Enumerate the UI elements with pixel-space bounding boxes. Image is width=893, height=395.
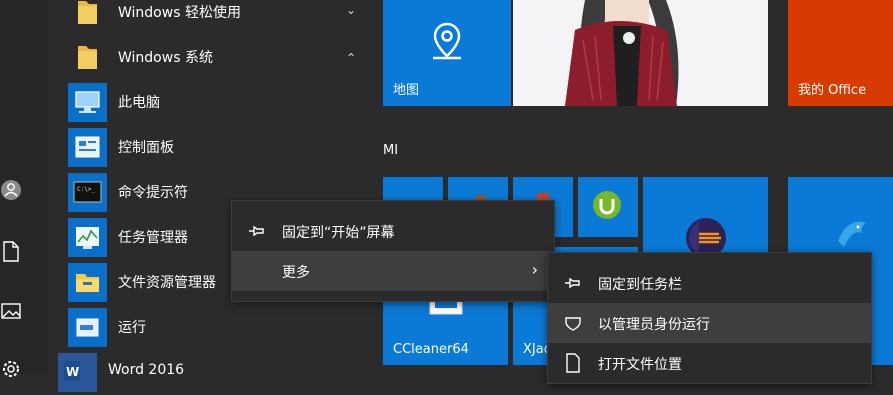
folder-icon (78, 46, 97, 69)
pin-icon (249, 225, 264, 237)
dolphin-icon (838, 221, 866, 247)
menu-item-more[interactable]: 更多 › (232, 251, 554, 291)
tile-group-title: MI (383, 143, 399, 158)
tile-maps[interactable]: 地图 (383, 0, 511, 106)
app-label: 控制面板 (118, 140, 174, 156)
pictures-icon[interactable] (0, 300, 22, 322)
settings-icon[interactable] (0, 358, 22, 380)
chevron-right-icon: › (531, 260, 538, 279)
word-icon: W (58, 353, 97, 392)
app-label: 任务管理器 (118, 230, 188, 246)
app-label: Word 2016 (108, 362, 185, 378)
app-this-pc[interactable]: 此电脑 (48, 80, 370, 125)
file-icon (566, 353, 580, 373)
svg-text:W: W (66, 365, 79, 379)
menu-item-pin-to-taskbar[interactable]: 固定到任务栏 (548, 263, 871, 303)
group-windows-system[interactable]: Windows 系统 ⌃ (48, 35, 370, 80)
svg-text:C:\>_: C:\>_ (77, 186, 95, 193)
group-label: Windows 系统 (118, 50, 213, 66)
menu-item-run-as-admin[interactable]: 以管理员身份运行 (548, 303, 871, 343)
photo-image (513, 0, 768, 106)
documents-icon[interactable] (0, 240, 22, 262)
run-icon (68, 308, 107, 347)
start-rail (0, 0, 48, 377)
app-run[interactable]: 运行 (48, 305, 370, 350)
tile-my-office[interactable]: 我的 Office (788, 0, 893, 106)
folder-icon (78, 1, 97, 24)
menu-item-label: 固定到“开始”屏幕 (282, 225, 395, 241)
tile-label: CCleaner64 (393, 342, 469, 357)
app-label: 命令提示符 (118, 185, 188, 201)
shield-icon (565, 317, 581, 331)
task-manager-icon (68, 218, 107, 257)
app-control-panel[interactable]: 控制面板 (48, 125, 370, 170)
command-prompt-icon: C:\>_ (68, 173, 107, 212)
submenu-more: 固定到任务栏 以管理员身份运行 打开文件位置 (547, 252, 872, 384)
context-menu: 固定到“开始”屏幕 更多 › (231, 200, 555, 302)
chevron-down-icon: ⌄ (345, 3, 356, 17)
tile-utorrent[interactable] (578, 177, 638, 237)
app-label: 文件资源管理器 (118, 275, 216, 291)
group-windows-ease-of-access[interactable]: Windows 轻松使用 ⌄ (48, 0, 370, 35)
map-pin-icon (433, 22, 461, 60)
tile-label: 地图 (393, 83, 420, 98)
file-explorer-icon (68, 263, 107, 302)
tile-label: 我的 Office (798, 83, 867, 98)
app-label: 运行 (118, 320, 146, 336)
user-avatar-icon[interactable] (0, 179, 22, 201)
menu-item-label: 固定到任务栏 (598, 277, 682, 293)
group-label: Windows 轻松使用 (118, 5, 241, 21)
menu-item-pin-to-start[interactable]: 固定到“开始”屏幕 (232, 211, 554, 251)
app-label: 此电脑 (118, 95, 160, 111)
app-word-2016[interactable]: W Word 2016 (48, 350, 370, 395)
menu-item-label: 以管理员身份运行 (598, 317, 710, 333)
tile-photo[interactable] (513, 0, 768, 106)
menu-item-label: 更多 (282, 265, 310, 281)
app-list: Windows 轻松使用 ⌄ Windows 系统 ⌃ 此电脑 控制面板 C:\… (48, 0, 370, 392)
utorrent-icon (593, 191, 621, 219)
control-panel-icon (68, 128, 107, 167)
chevron-up-icon: ⌃ (345, 51, 356, 65)
menu-item-label: 打开文件位置 (598, 357, 682, 373)
pin-icon (565, 277, 580, 289)
menu-item-open-file-location[interactable]: 打开文件位置 (548, 343, 871, 383)
computer-icon (68, 83, 107, 122)
